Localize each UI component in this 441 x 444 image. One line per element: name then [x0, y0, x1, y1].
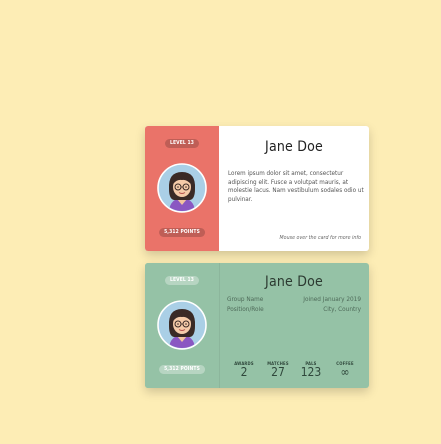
level-badge: LEVEL 13	[165, 276, 199, 285]
stat-matches: MATCHES 27	[263, 361, 293, 379]
points-badge: 5,312 POINTS	[159, 228, 205, 237]
hover-hint: Mouse over the card for more info	[279, 235, 361, 241]
profile-name: Jane Doe	[265, 274, 323, 290]
avatar-icon	[157, 300, 207, 350]
joined-date: Joined January 2019	[303, 295, 361, 303]
location: City, Country	[323, 305, 361, 313]
stat-value: 123	[300, 365, 322, 379]
stat-pals: PALS 123	[296, 361, 326, 379]
stat-value: 2	[240, 365, 248, 379]
position-role: Position/Role	[227, 305, 264, 313]
stat-awards: AWARDS 2	[229, 361, 259, 379]
level-badge: LEVEL 13	[165, 139, 199, 148]
card-details-sidebar: LEVEL 13 5,312 POINTS	[145, 263, 220, 388]
points-badge: 5,312 POINTS	[159, 365, 205, 374]
stat-coffee: COFFEE ∞	[330, 361, 360, 379]
stat-value: 27	[271, 365, 285, 379]
profile-card-details[interactable]: LEVEL 13 5,312 POINTS Jane Doe Group Nam…	[145, 263, 369, 388]
avatar-icon	[157, 163, 207, 213]
profile-card-front[interactable]: LEVEL 13 5,312 POINTS Jane Doe Lorem ips…	[145, 126, 369, 251]
group-name: Group Name	[227, 295, 264, 303]
stat-value: ∞	[340, 365, 350, 379]
card-front-sidebar: LEVEL 13 5,312 POINTS	[145, 126, 219, 251]
profile-description: Lorem ipsum dolor sit amet, consectetur …	[228, 170, 364, 203]
profile-name: Jane Doe	[265, 139, 323, 155]
